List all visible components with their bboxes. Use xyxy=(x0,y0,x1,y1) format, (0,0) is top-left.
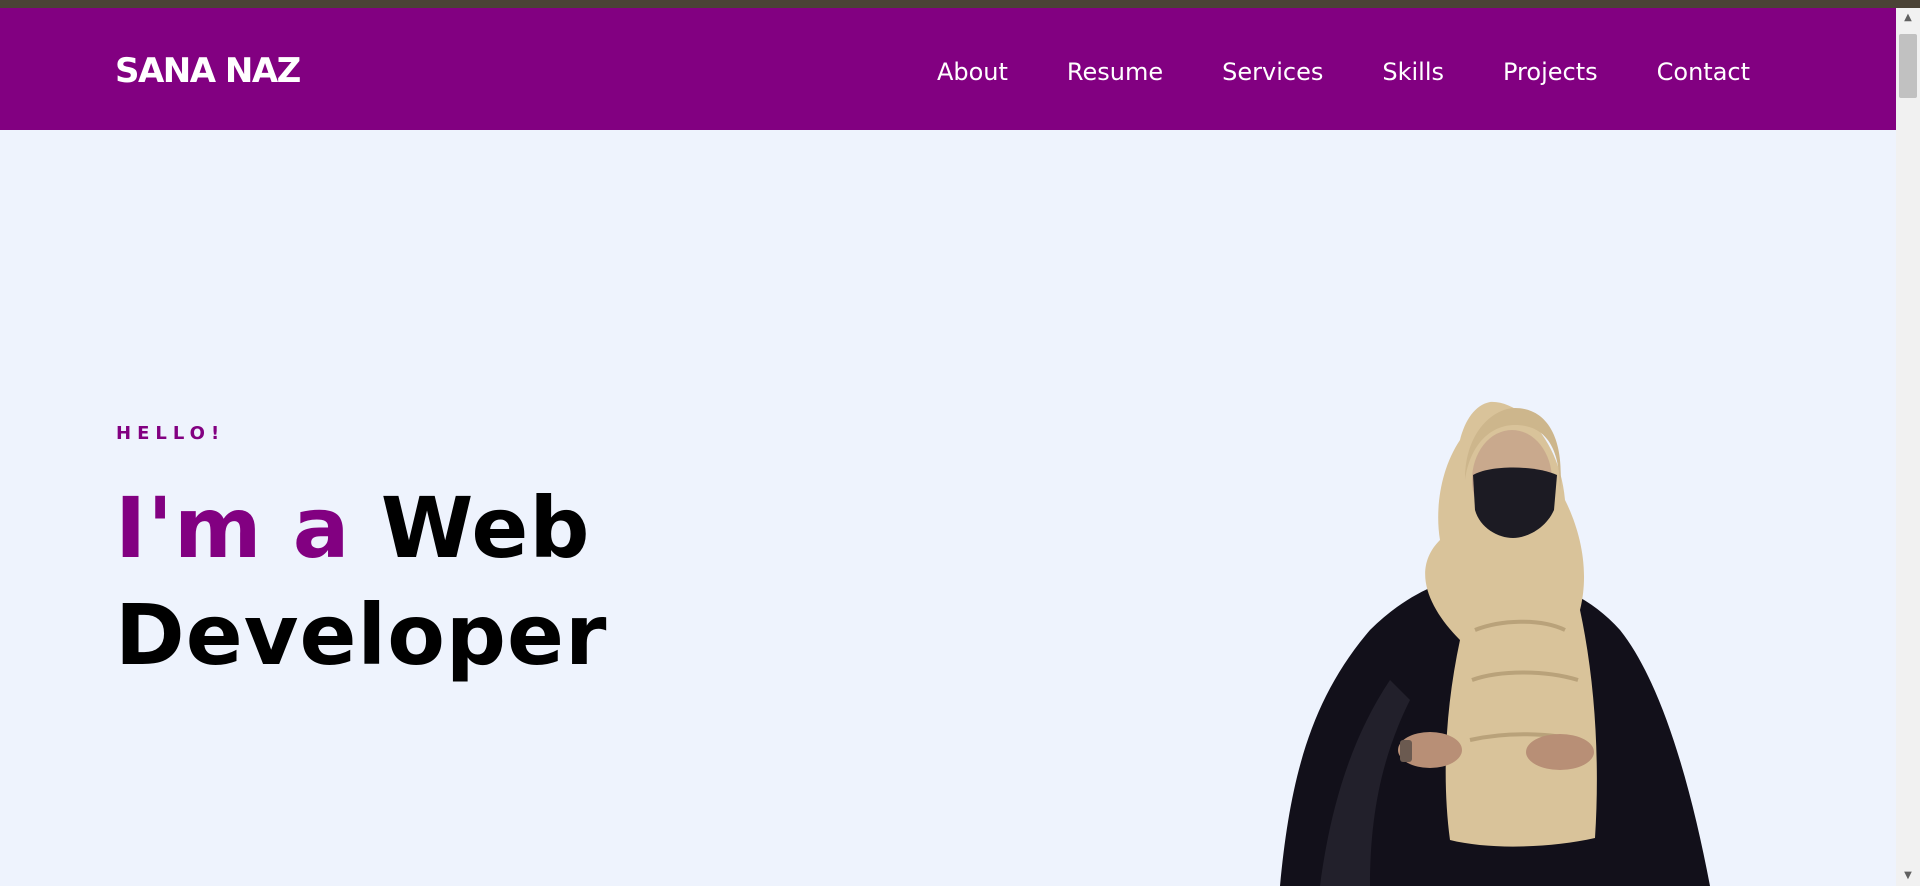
brand-logo[interactable]: SANA NAZ xyxy=(115,54,301,88)
headline-line-1: I'm a Web xyxy=(115,475,607,582)
nav-item-projects: Projects xyxy=(1503,60,1598,84)
nav-link-contact[interactable]: Contact xyxy=(1657,58,1750,86)
arrow-up-icon[interactable]: ▲ xyxy=(1896,10,1920,26)
profile-photo xyxy=(1280,401,1710,886)
hero-greeting: HELLO! xyxy=(116,423,226,444)
nav-link-services[interactable]: Services xyxy=(1222,58,1323,86)
nav-link-about[interactable]: About xyxy=(937,58,1008,86)
nav-item-skills: Skills xyxy=(1382,60,1444,84)
headline-accent: I'm a xyxy=(115,479,351,577)
hero-headline: I'm a Web Developer xyxy=(115,475,607,689)
scrollbar-thumb[interactable] xyxy=(1899,34,1917,98)
nav-item-resume: Resume xyxy=(1067,60,1163,84)
photo-right-hand xyxy=(1526,734,1594,770)
nav-item-contact: Contact xyxy=(1657,60,1750,84)
nav-item-about: About xyxy=(937,60,1008,84)
window-top-strip xyxy=(0,0,1920,8)
navbar: SANA NAZ About Resume Services Skills Pr… xyxy=(0,8,1896,130)
arrow-down-icon[interactable]: ▼ xyxy=(1896,868,1920,884)
nav-link-skills[interactable]: Skills xyxy=(1382,58,1444,86)
headline-line-2: Developer xyxy=(115,586,608,684)
nav-link-projects[interactable]: Projects xyxy=(1503,58,1598,86)
page-scrollbar[interactable]: ▲ ▼ xyxy=(1896,8,1920,886)
nav-link-resume[interactable]: Resume xyxy=(1067,58,1163,86)
hero-section: HELLO! I'm a Web Developer xyxy=(0,130,1896,886)
headline-word: Web xyxy=(380,479,591,577)
photo-watch xyxy=(1400,740,1412,762)
nav-menu: About Resume Services Skills Projects Co… xyxy=(937,60,1750,84)
nav-item-services: Services xyxy=(1222,60,1323,84)
